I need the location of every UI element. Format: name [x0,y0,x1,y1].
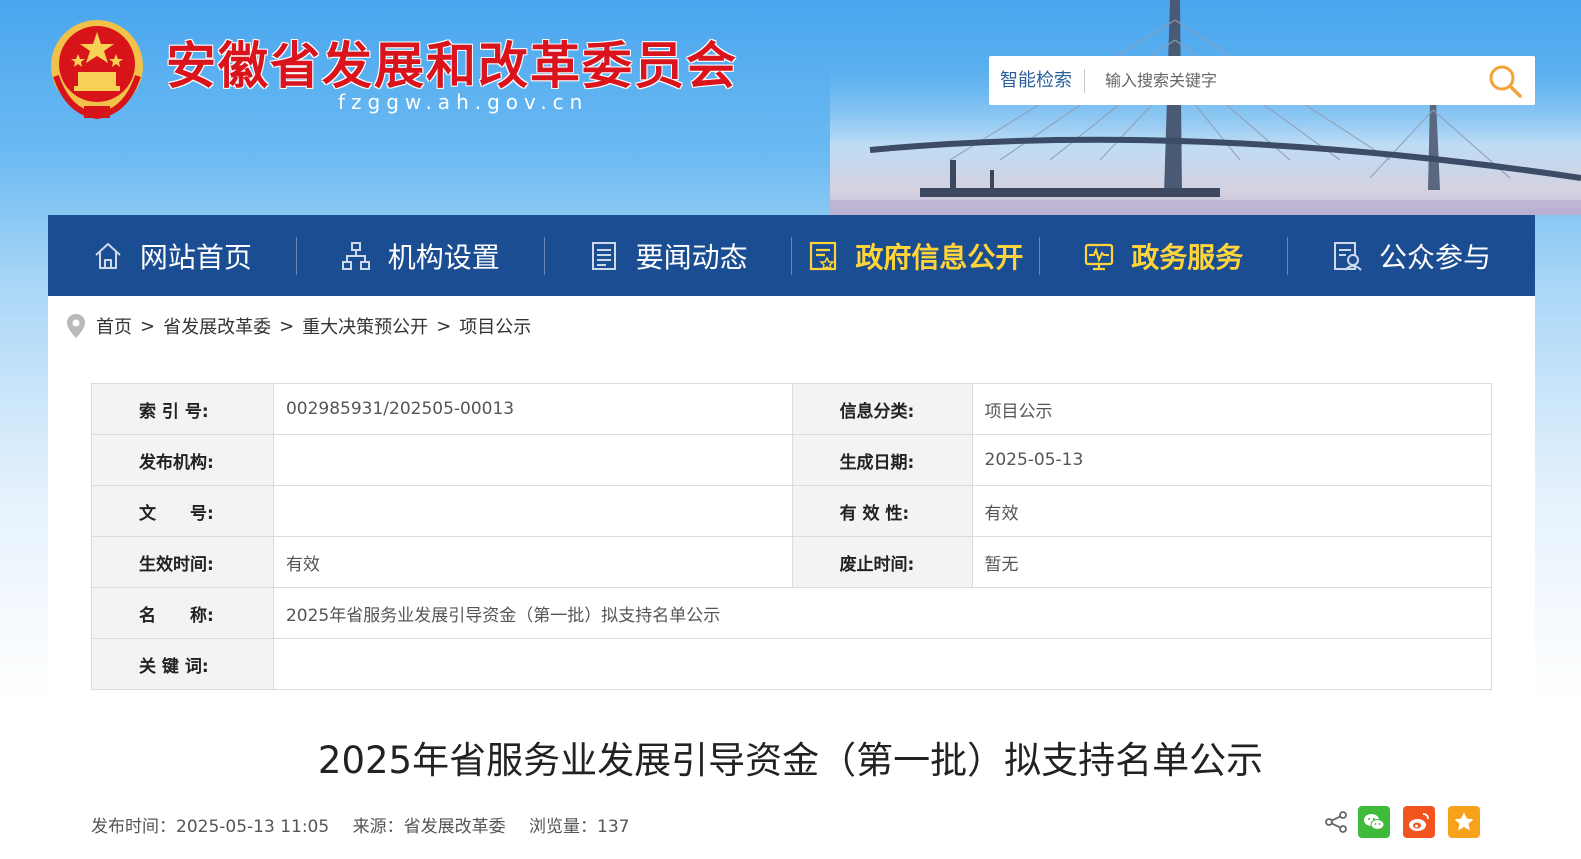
breadcrumb-separator: > [279,315,295,337]
main-nav: 网站首页 机构设置 要闻动态 政府信息公开 政务服务 公众参与 [48,215,1535,296]
weibo-icon [1409,813,1429,831]
article-title: 2025年省服务业发展引导资金（第一批）拟支持名单公示 [317,739,1264,782]
share-wechat-button[interactable] [1358,806,1390,838]
name-value: 2025年省服务业发展引导资金（第一批）拟支持名单公示 [272,587,1493,639]
publisher-label: 发布机构: [91,434,274,486]
national-emblem-icon [51,20,143,120]
validity-value: 有效 [971,485,1492,537]
table-row: 发布机构: 生成日期: 2025-05-13 [91,434,1492,486]
nav-item-organization[interactable]: 机构设置 [295,215,544,296]
nav-item-gov-info[interactable]: 政府信息公开 [791,215,1039,296]
breadcrumb: 首页 > 省发展改革委 > 重大决策预公开 > 项目公示 [66,313,531,339]
favorite-button[interactable] [1448,806,1480,838]
docno-value [272,485,793,537]
nav-item-label: 要闻动态 [635,240,748,274]
nav-item-label: 政务服务 [1131,240,1244,274]
article-source: 来源：省发展改革委 [352,817,506,837]
nav-item-public[interactable]: 公众参与 [1287,215,1535,296]
date-label: 生成日期: [791,434,973,486]
search-label[interactable]: 智能检索 [989,68,1085,93]
site-domain: fzggw.ah.gov.cn [338,90,589,114]
org-chart-icon [341,241,370,270]
breadcrumb-decision[interactable]: 重大决策预公开 [302,313,428,339]
favorite-icon [1454,812,1474,831]
category-label: 信息分类: [791,383,973,435]
share-icon[interactable] [1322,808,1350,836]
nav-item-label: 机构设置 [387,240,500,274]
document-icon [810,241,837,270]
share-bar [1322,806,1480,838]
name-label: 名 称: [91,587,274,639]
keywords-label: 关 键 词: [91,638,274,690]
nav-item-news[interactable]: 要闻动态 [543,215,792,296]
nav-item-home[interactable]: 网站首页 [48,215,296,296]
share-weibo-button[interactable] [1403,806,1435,838]
search-input[interactable] [1105,71,1465,90]
publisher-value [272,434,793,486]
table-row: 名 称: 2025年省服务业发展引导资金（第一批）拟支持名单公示 [91,587,1493,639]
nav-item-label: 公众参与 [1379,240,1492,274]
validity-label: 有 效 性: [791,485,973,537]
category-value: 项目公示 [971,383,1492,435]
home-icon [95,242,121,269]
publish-time: 发布时间：2025-05-13 11:05 [91,817,330,837]
table-row: 关 键 词: [91,638,1493,690]
view-count: 浏览量：137 [529,817,630,837]
index-value: 002985931/202505-00013 [272,383,793,435]
keywords-value [272,638,1493,690]
document-meta-table: 索 引 号: 002985931/202505-00013 信息分类: 项目公示… [91,383,1493,690]
abolish-label: 废止时间: [791,536,973,588]
site-title: 安徽省发展和改革委员会 [166,36,738,95]
nav-item-label: 网站首页 [139,240,252,274]
effective-value: 有效 [272,536,793,588]
date-value: 2025-05-13 [971,434,1492,486]
location-pin-icon [67,314,85,338]
search-icon[interactable] [1487,63,1523,99]
monitor-icon [1085,243,1114,270]
table-row: 生效时间: 有效 废止时间: 暂无 [91,536,1492,588]
index-label: 索 引 号: [91,383,274,435]
breadcrumb-home[interactable]: 首页 [96,313,132,339]
search-box: 智能检索 [989,56,1535,105]
news-icon [591,241,616,270]
nav-item-gov-service[interactable]: 政务服务 [1039,215,1287,296]
breadcrumb-separator: > [436,315,452,337]
table-row: 文 号: 有 效 性: 有效 [91,485,1492,537]
wechat-icon [1364,814,1385,830]
breadcrumb-current[interactable]: 项目公示 [459,313,531,339]
article-meta: 发布时间：2025-05-13 11:05 来源：省发展改革委 浏览量：137 [91,812,629,837]
effective-label: 生效时间: [91,536,274,588]
nav-item-label: 政府信息公开 [855,240,1024,274]
table-row: 索 引 号: 002985931/202505-00013 信息分类: 项目公示 [91,383,1492,435]
docno-label: 文 号: [91,485,274,537]
survey-icon [1334,241,1362,271]
breadcrumb-agency[interactable]: 省发展改革委 [163,313,271,339]
abolish-value: 暂无 [971,536,1492,588]
breadcrumb-separator: > [140,315,156,337]
bridge-illustration [830,0,1581,215]
